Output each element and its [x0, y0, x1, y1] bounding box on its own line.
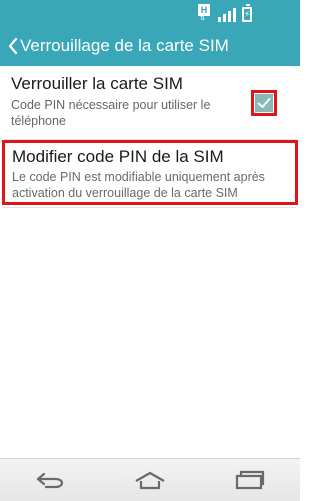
lock-sim-checkbox[interactable]	[251, 90, 277, 116]
status-icons: H ⇅ ⚡	[198, 4, 252, 22]
recent-apps-icon[interactable]	[220, 460, 280, 500]
navigation-bar	[0, 458, 300, 501]
lock-sim-summary: Code PIN nécessaire pour utiliser le tél…	[11, 98, 211, 128]
setting-change-pin[interactable]: Modifier code PIN de la SIM Le code PIN …	[2, 140, 298, 205]
change-pin-title: Modifier code PIN de la SIM	[12, 147, 224, 166]
checkmark-icon	[255, 94, 273, 112]
change-pin-summary: Le code PIN est modifiable uniquement ap…	[12, 170, 265, 200]
signal-icon	[218, 6, 236, 22]
hplus-icon: H ⇅	[198, 4, 212, 22]
app-bar: Verrouillage de la carte SIM	[0, 26, 300, 66]
lock-sim-title: Verrouiller la carte SIM	[11, 74, 183, 93]
divider	[4, 207, 296, 208]
status-bar: H ⇅ ⚡	[0, 0, 300, 26]
back-icon[interactable]	[20, 460, 80, 500]
network-type-label: H	[198, 4, 210, 16]
page-title: Verrouillage de la carte SIM	[20, 36, 229, 55]
home-icon[interactable]	[120, 460, 180, 500]
battery-charging-icon: ⚡	[242, 4, 252, 22]
